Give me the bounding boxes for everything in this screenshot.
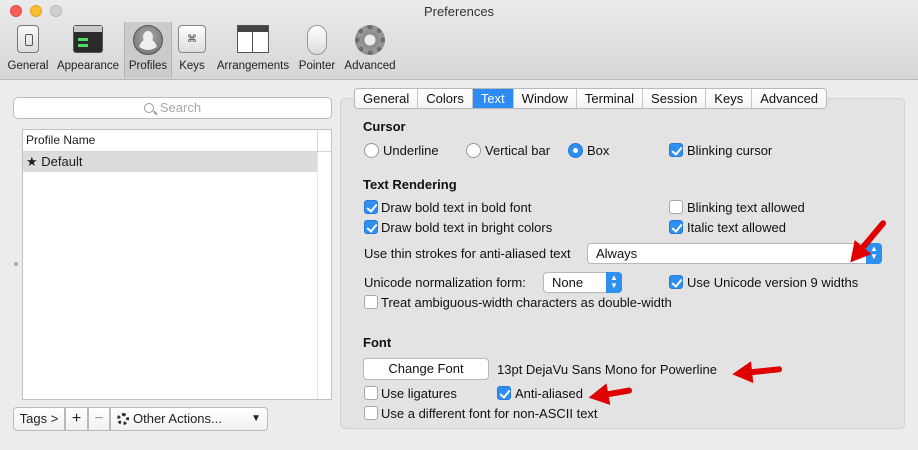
other-actions-button[interactable]: Other Actions... ▼ [110,407,268,431]
blinking-text-checkbox[interactable] [669,200,683,214]
split-handle[interactable] [14,262,18,266]
toolbar-general[interactable]: General [5,22,51,78]
ambiguous-width-label: Treat ambiguous-width characters as doub… [381,295,672,310]
non-ascii-font-label: Use a different font for non-ASCII text [381,406,598,421]
toolbar-appearance[interactable]: Appearance [55,22,121,78]
cursor-underline-radio[interactable] [364,143,379,158]
stepper-chevrons-icon: ▲ ▼ [606,272,622,293]
gear-icon [117,413,129,425]
bold-font-checkbox[interactable] [364,200,378,214]
toolbar-label: Keys [179,60,205,72]
unicode-normalization-value: None [552,275,584,290]
toolbar-label: Profiles [128,60,168,72]
non-ascii-font-checkbox[interactable] [364,406,378,420]
current-font-label: 13pt DejaVu Sans Mono for Powerline [497,362,717,377]
tab-window[interactable]: Window [514,89,577,108]
blinking-text-label: Blinking text allowed [687,200,805,215]
ambiguous-width-checkbox[interactable] [364,295,378,309]
unicode9-label: Use Unicode version 9 widths [687,275,859,290]
blinking-cursor-checkbox[interactable] [669,143,683,157]
cursor-box-radio[interactable] [568,143,583,158]
toolbar-label: Appearance [56,60,120,72]
toolbar-label: Arrangements [216,60,290,72]
tab-general[interactable]: General [355,89,419,108]
profile-list-scrollbar[interactable] [317,152,331,399]
search-placeholder: Search [159,100,202,115]
font-heading: Font [363,335,392,350]
cursor-vertical-bar-radio[interactable] [466,143,481,158]
tags-button[interactable]: Tags > [13,407,65,431]
keyboard-icon: ⌘ [178,25,206,53]
toolbar-arrangements[interactable]: Arrangements [214,22,292,78]
unicode-normalization-label: Unicode normalization form: [364,275,526,290]
thin-strokes-label: Use thin strokes for anti-aliased text [364,246,571,261]
thin-strokes-select[interactable]: Always ▲ ▼ [587,243,882,264]
arrangements-icon [237,25,269,53]
cursor-vertical-bar-label: Vertical bar [485,143,551,158]
cursor-heading: Cursor [363,119,406,134]
italic-text-checkbox[interactable] [669,220,683,234]
anti-aliased-label: Anti-aliased [515,386,583,401]
blinking-cursor-label: Blinking cursor [687,143,773,158]
ligatures-label: Use ligatures [381,386,457,401]
other-actions-label: Other Actions... [133,411,222,426]
bold-bright-checkbox[interactable] [364,220,378,234]
profile-list[interactable]: Profile Name ★ Default [22,129,332,400]
italic-text-label: Italic text allowed [687,220,786,235]
anti-aliased-checkbox[interactable] [497,386,511,400]
profiles-icon [133,25,163,55]
text-rendering-heading: Text Rendering [363,177,457,192]
unicode9-checkbox[interactable] [669,275,683,289]
tab-text[interactable]: Text [472,89,514,108]
title-bar: Preferences General Appearance Profiles … [0,0,918,80]
window-title: Preferences [423,4,495,19]
column-divider [317,130,318,152]
chevron-down-icon: ▼ [251,413,261,424]
change-font-button[interactable]: Change Font [363,358,489,380]
toolbar-profiles[interactable]: Profiles [124,22,172,78]
tab-colors[interactable]: Colors [418,89,473,108]
unicode-normalization-select[interactable]: None ▲ ▼ [543,272,622,293]
toolbar-advanced[interactable]: Advanced [342,22,398,78]
thin-strokes-value: Always [596,246,638,261]
profile-tabs: General Colors Text Window Terminal Sess… [354,88,828,109]
toolbar-label: Pointer [298,60,336,72]
tab-terminal[interactable]: Terminal [577,89,644,108]
mouse-icon [307,25,327,55]
tab-session[interactable]: Session [643,89,707,108]
remove-profile-button[interactable]: − [88,407,110,431]
gear-icon [355,25,385,55]
toolbar-label: Advanced [344,60,396,72]
appearance-icon [73,25,103,53]
profile-row-default[interactable]: ★ Default [23,152,317,172]
cursor-underline-label: Underline [383,143,439,158]
bold-bright-label: Draw bold text in bright colors [381,220,553,235]
toolbar-pointer[interactable]: Pointer [296,22,338,78]
profile-name-column-header[interactable]: Profile Name [23,130,331,152]
search-icon [143,103,154,113]
cursor-box-label: Box [587,143,610,158]
profile-search-input[interactable]: Search [13,97,332,119]
general-icon [17,25,39,53]
tab-keys[interactable]: Keys [706,89,753,108]
tab-advanced[interactable]: Advanced [752,89,826,108]
add-profile-button[interactable]: + [65,407,88,431]
bold-font-label: Draw bold text in bold font [381,200,532,215]
ligatures-checkbox[interactable] [364,386,378,400]
toolbar-keys[interactable]: ⌘ Keys [176,22,208,78]
toolbar-label: General [7,60,49,72]
